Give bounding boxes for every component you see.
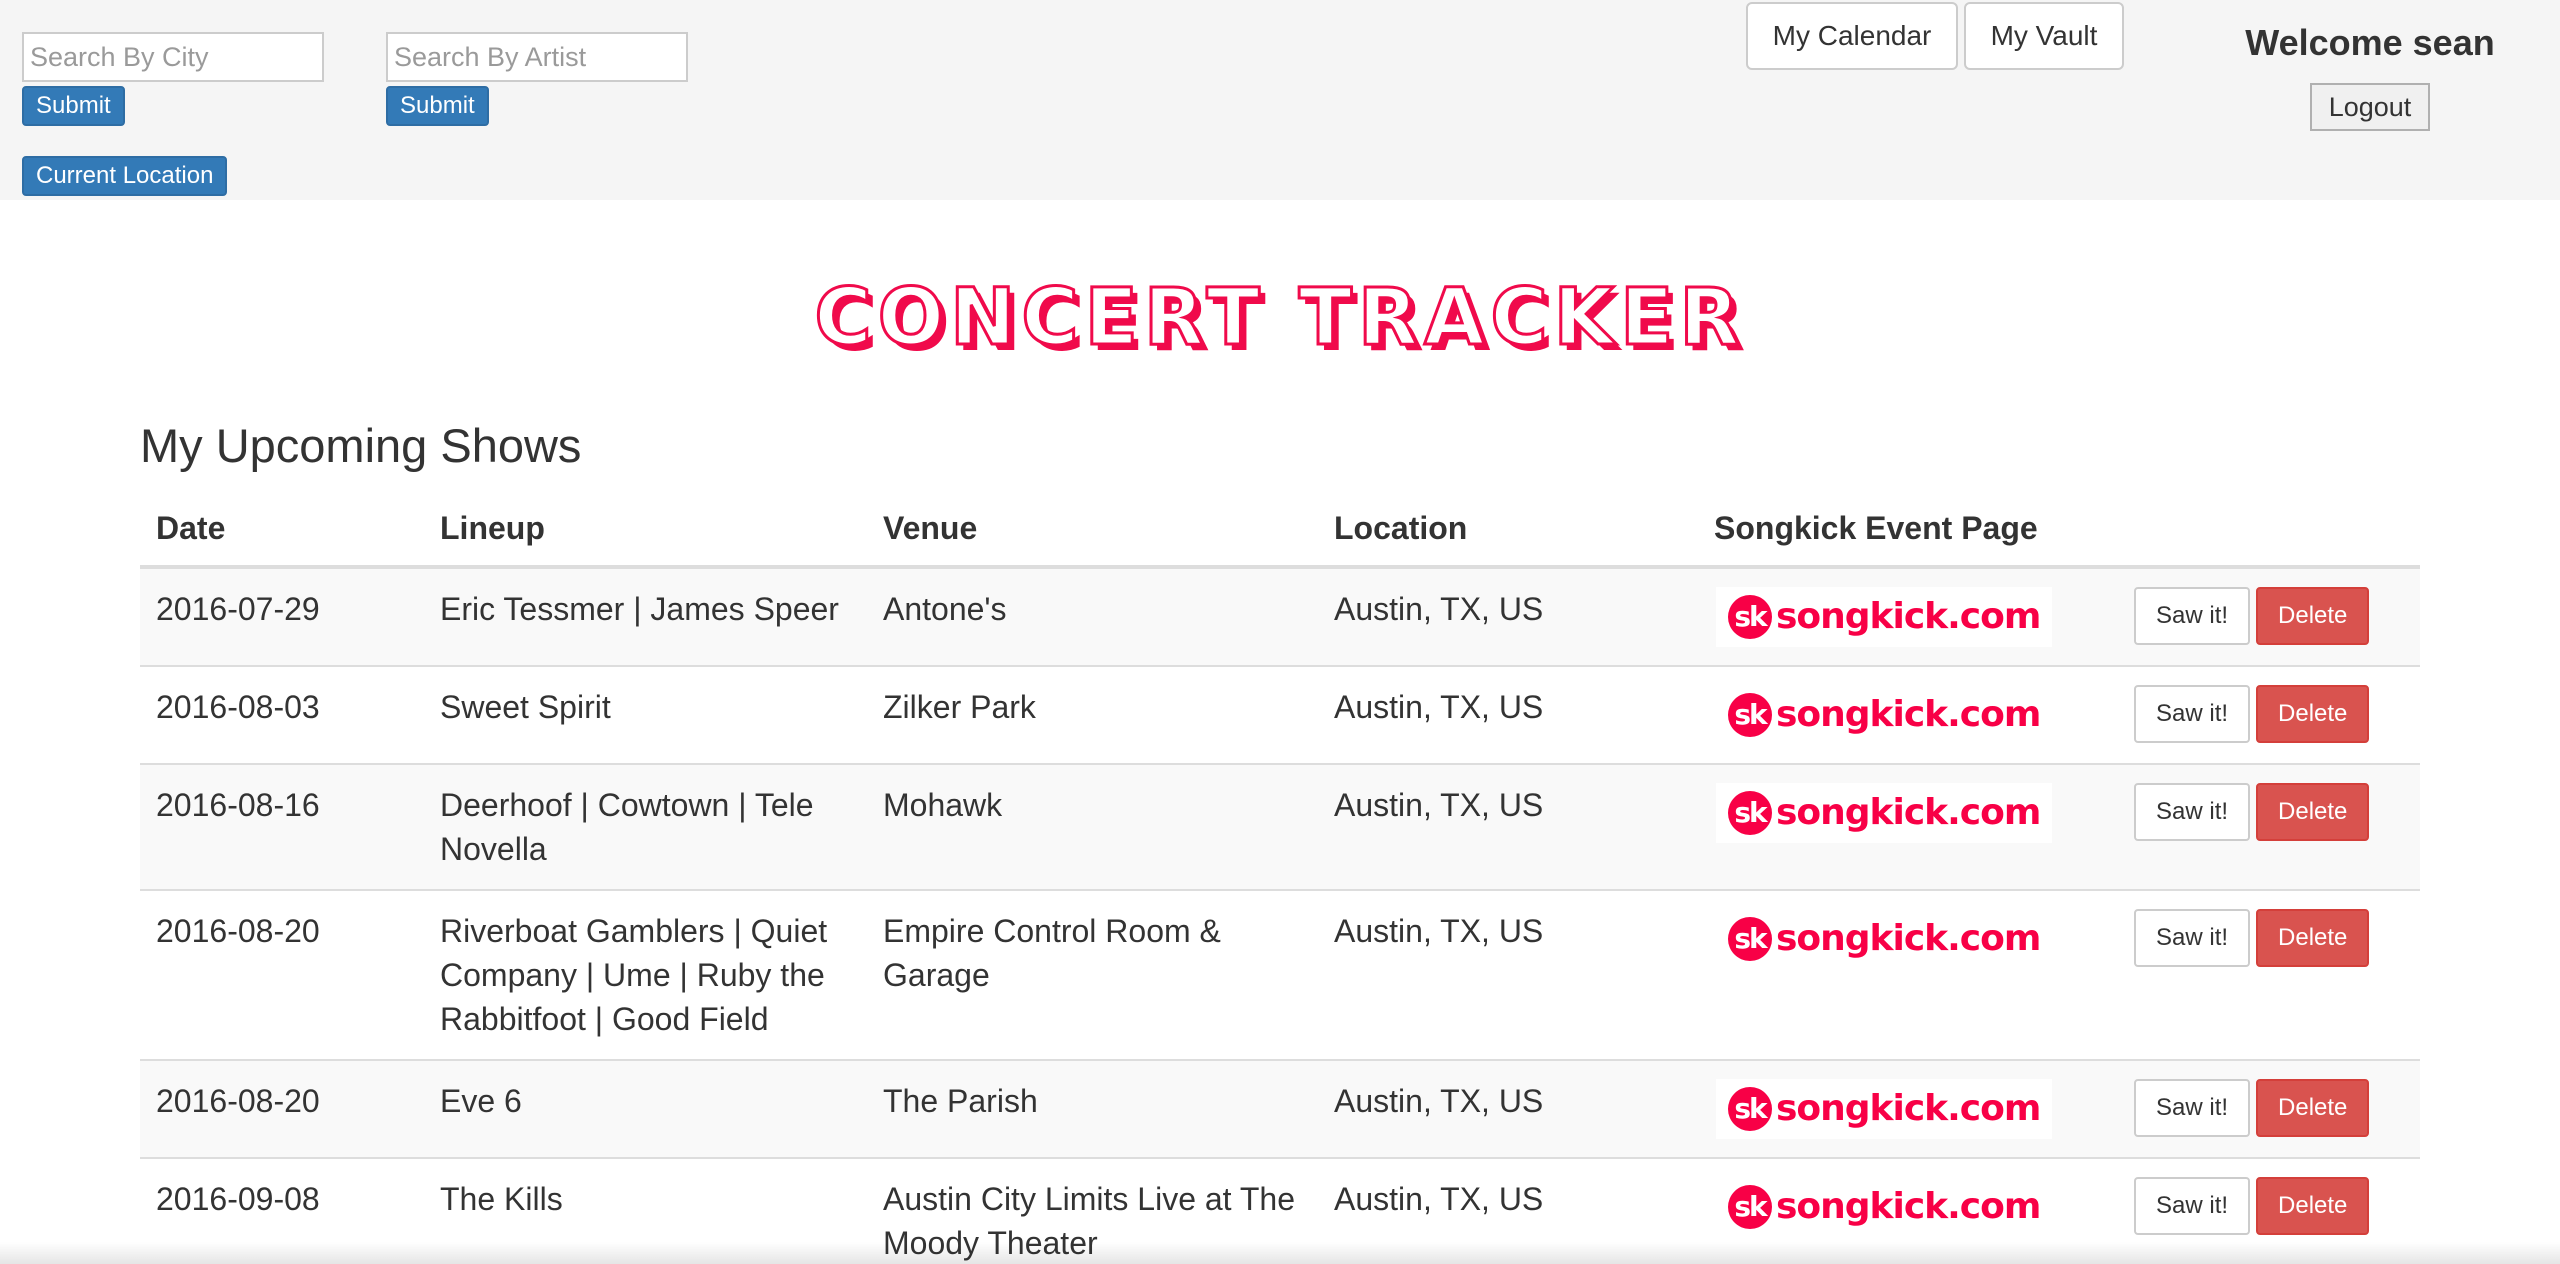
songkick-logo-icon: sk [1728,791,1772,835]
cell-location: Austin, TX, US [1334,591,1544,627]
delete-button[interactable]: Delete [2256,909,2370,967]
table-body: 2016-07-29 Eric Tessmer | James Speer An… [140,567,2420,1264]
header-actions [2118,494,2420,567]
songkick-link-text: songkick.com [1776,694,2041,735]
my-vault-button[interactable]: My Vault [1964,2,2124,70]
songkick-logo-icon: sk [1728,693,1772,737]
delete-button[interactable]: Delete [2256,685,2370,743]
table-row: 2016-07-29 Eric Tessmer | James Speer An… [140,567,2420,666]
header-location: Location [1334,510,1468,546]
cell-lineup: Eve 6 [440,1083,522,1119]
songkick-logo-icon: sk [1728,1185,1772,1229]
saw-it-button[interactable]: Saw it! [2134,1079,2251,1137]
current-location-button[interactable]: Current Location [22,156,228,196]
songkick-link-text: songkick.com [1776,1186,2041,1227]
cell-venue: The Parish [883,1083,1038,1119]
cell-actions: Saw it! Delete [2118,666,2420,764]
my-calendar-button[interactable]: My Calendar [1746,2,1958,70]
table-row: 2016-08-20 Riverboat Gamblers | Quiet Co… [140,890,2420,1060]
header-date: Date [156,510,226,546]
cell-actions: Saw it! Delete [2118,764,2420,890]
cell-lineup: Eric Tessmer | James Speer [440,591,839,627]
shows-table-container: Date Lineup Venue Location Songkick Even… [140,494,2420,1264]
songkick-link[interactable]: sk songkick.com [1716,783,2053,843]
cell-songkick: sk songkick.com [1698,1158,2118,1264]
logout-button[interactable]: Logout [2310,83,2430,131]
saw-it-button[interactable]: Saw it! [2134,685,2251,743]
cell-date: 2016-08-20 [156,913,320,949]
songkick-link[interactable]: sk songkick.com [1716,587,2053,647]
cell-actions: Saw it! Delete [2118,567,2420,666]
delete-button[interactable]: Delete [2256,587,2370,645]
top-bar: Submit Submit Current Location My Calend… [0,0,2560,200]
logo-text: CONCERT TRACKER [815,276,1746,363]
cell-songkick: sk songkick.com [1698,764,2118,890]
shows-table: Date Lineup Venue Location Songkick Even… [140,494,2420,1264]
concert-tracker-logo: CONCERT TRACKER CONCERT TRACKER [813,276,1746,366]
cell-songkick: sk songkick.com [1698,1060,2118,1158]
table-header: Date Lineup Venue Location Songkick Even… [140,494,2420,567]
artist-search-input[interactable] [386,32,688,82]
cell-songkick: sk songkick.com [1698,890,2118,1060]
cell-actions: Saw it! Delete [2118,1060,2420,1158]
cell-venue: Zilker Park [883,689,1036,725]
songkick-logo-icon: sk [1728,595,1772,639]
cell-date: 2016-08-16 [156,787,320,823]
cell-venue: Mohawk [883,787,1003,823]
songkick-logo-icon: sk [1728,917,1772,961]
cell-date: 2016-08-03 [156,689,320,725]
city-submit-button[interactable]: Submit [22,86,125,126]
table-row: 2016-08-03 Sweet Spirit Zilker Park Aust… [140,666,2420,764]
songkick-link[interactable]: sk songkick.com [1716,1079,2053,1139]
cell-location: Austin, TX, US [1334,787,1544,823]
songkick-link[interactable]: sk songkick.com [1716,909,2053,969]
header-lineup: Lineup [440,510,545,546]
saw-it-button[interactable]: Saw it! [2134,587,2251,645]
songkick-link-text: songkick.com [1776,792,2041,833]
cell-venue: Empire Control Room & Garage [883,913,1221,993]
songkick-link-text: songkick.com [1776,1088,2041,1129]
cell-lineup: Deerhoof | Cowtown | Tele Novella [440,787,814,867]
page-title: My Upcoming Shows [140,419,582,472]
saw-it-button[interactable]: Saw it! [2134,1177,2251,1235]
cell-location: Austin, TX, US [1334,913,1544,949]
cell-location: Austin, TX, US [1334,1181,1544,1217]
cell-date: 2016-08-20 [156,1083,320,1119]
songkick-link-text: songkick.com [1776,596,2041,637]
cell-lineup: Riverboat Gamblers | Quiet Company | Ume… [440,913,828,1037]
table-row: 2016-08-20 Eve 6 The Parish Austin, TX, … [140,1060,2420,1158]
cell-venue: Austin City Limits Live at The Moody The… [883,1181,1296,1261]
artist-submit-button[interactable]: Submit [386,86,489,126]
cell-actions: Saw it! Delete [2118,1158,2420,1264]
table-row: 2016-08-16 Deerhoof | Cowtown | Tele Nov… [140,764,2420,890]
cell-lineup: The Kills [440,1181,563,1217]
delete-button[interactable]: Delete [2256,1177,2370,1235]
header-venue: Venue [883,510,978,546]
delete-button[interactable]: Delete [2256,1079,2370,1137]
welcome-text: Welcome sean [2245,22,2495,63]
cell-date: 2016-07-29 [156,591,320,627]
saw-it-button[interactable]: Saw it! [2134,783,2251,841]
cell-venue: Antone's [883,591,1007,627]
cell-location: Austin, TX, US [1334,689,1544,725]
cell-lineup: Sweet Spirit [440,689,611,725]
cell-actions: Saw it! Delete [2118,890,2420,1060]
cell-songkick: sk songkick.com [1698,567,2118,666]
header-songkick: Songkick Event Page [1714,510,2038,546]
cell-date: 2016-09-08 [156,1181,320,1217]
songkick-logo-icon: sk [1728,1087,1772,1131]
saw-it-button[interactable]: Saw it! [2134,909,2251,967]
table-row: 2016-09-08 The Kills Austin City Limits … [140,1158,2420,1264]
delete-button[interactable]: Delete [2256,783,2370,841]
cell-location: Austin, TX, US [1334,1083,1544,1119]
songkick-link[interactable]: sk songkick.com [1716,1177,2053,1237]
city-search-group: Submit [22,32,324,126]
songkick-link-text: songkick.com [1776,918,2041,959]
cell-songkick: sk songkick.com [1698,666,2118,764]
songkick-link[interactable]: sk songkick.com [1716,685,2053,745]
artist-search-group: Submit [386,32,688,126]
city-search-input[interactable] [22,32,324,82]
